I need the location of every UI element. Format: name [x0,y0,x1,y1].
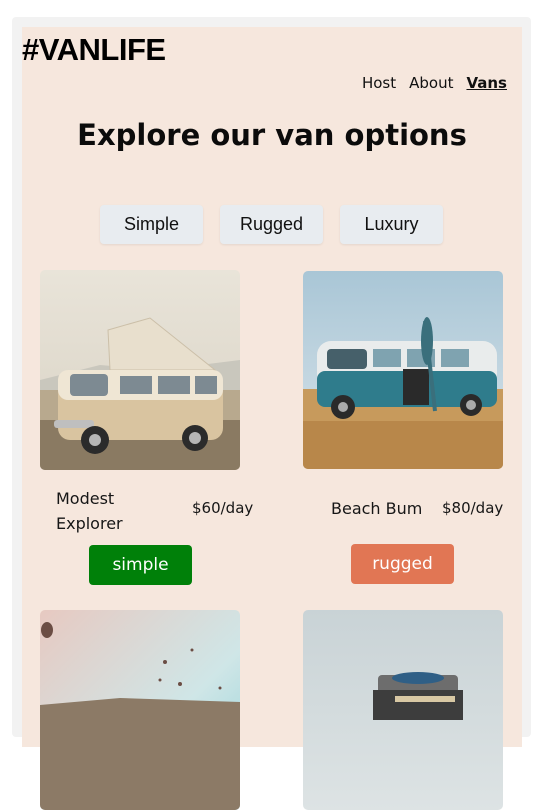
filter-simple-button[interactable]: Simple [100,205,203,244]
nav-link-vans[interactable]: Vans [466,74,507,92]
nav-link-about[interactable]: About [409,74,453,92]
van-image[interactable] [303,271,503,469]
van-photo [303,610,503,810]
filter-rugged-button[interactable]: Rugged [220,205,323,244]
filter-luxury-button[interactable]: Luxury [340,205,443,244]
site-logo[interactable]: #VANLIFE [22,32,166,68]
van-type-badge[interactable]: rugged [351,544,454,584]
van-photo [303,271,503,469]
filter-bar: Simple Rugged Luxury [100,205,443,244]
nav-link-host[interactable]: Host [362,74,396,92]
van-type-badge[interactable]: simple [89,545,192,585]
van-image[interactable] [40,610,240,810]
van-price: $80/day [442,499,504,517]
van-name[interactable]: Beach Bum [331,499,422,518]
van-name[interactable]: Modest Explorer [56,486,146,536]
van-price: $60/day [192,499,254,517]
main-nav: Host About Vans [362,74,507,92]
van-image[interactable] [40,270,240,470]
van-photo [40,610,240,810]
van-image[interactable] [303,610,503,810]
page-title: Explore our van options [77,118,467,152]
van-photo [40,270,240,470]
